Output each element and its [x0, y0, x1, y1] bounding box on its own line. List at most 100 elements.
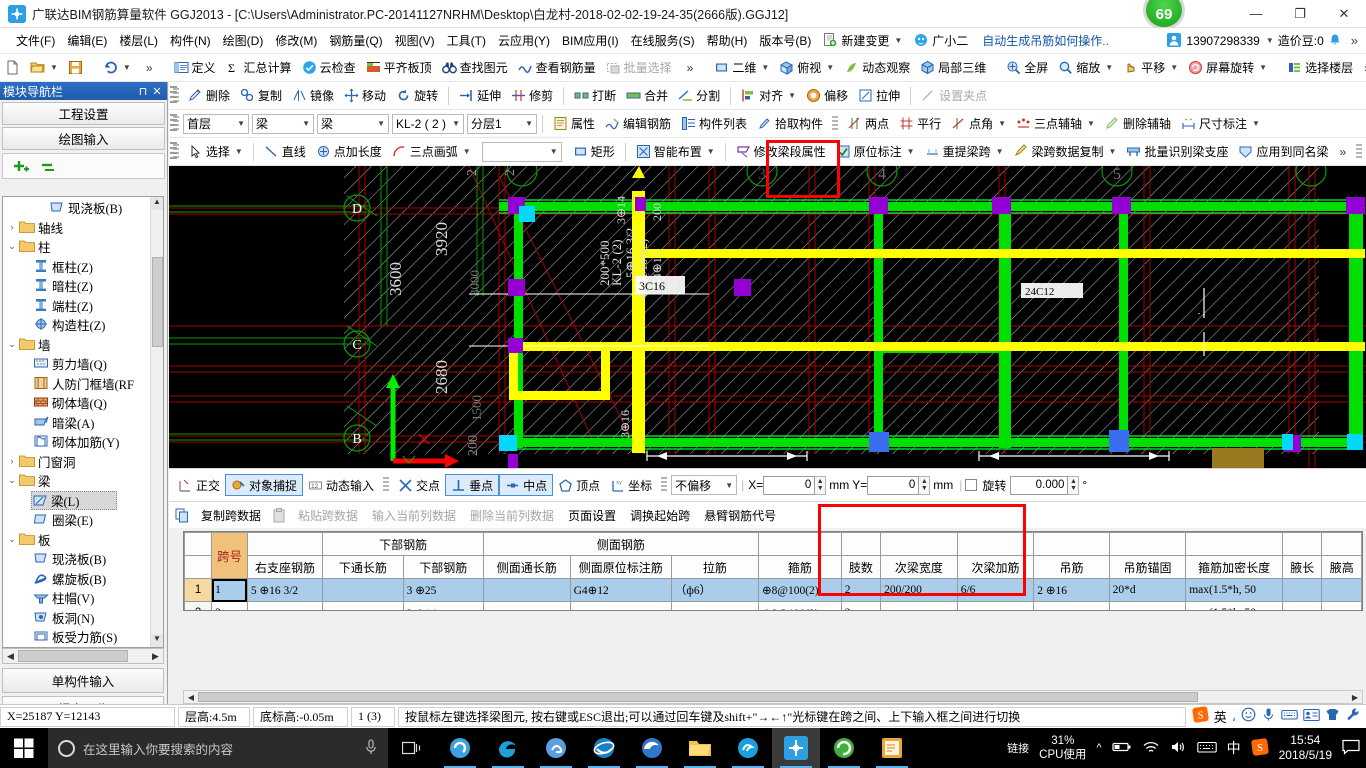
- grid-column-header[interactable]: 箍筋: [757, 555, 842, 579]
- twod-view-button[interactable]: 二维 ▼: [709, 56, 774, 80]
- toolbar1-overflow-right[interactable]: »: [1358, 61, 1366, 75]
- two-point-axis-button[interactable]: 两点: [842, 112, 894, 136]
- batch-identify-support-button[interactable]: 批量识别梁支座: [1121, 140, 1233, 164]
- layer-selector[interactable]: 分层1 ▼: [467, 113, 537, 134]
- close-icon[interactable]: ✕: [150, 85, 164, 98]
- grid-cell[interactable]: [1282, 578, 1323, 602]
- delete-button[interactable]: 删除: [183, 84, 235, 108]
- taskbar-search-box[interactable]: 在这里输入你要搜索的内容: [48, 728, 388, 768]
- apply-same-beam-button[interactable]: 应用到同名梁: [1233, 140, 1333, 164]
- tree-item-17[interactable]: ⌄ 板: [3, 530, 150, 550]
- expand-all-icon[interactable]: [11, 157, 31, 175]
- undo-button[interactable]: ▼: [98, 56, 136, 80]
- tree-item-16[interactable]: 圈梁(E): [3, 510, 150, 530]
- copy-button[interactable]: 复制: [235, 84, 287, 108]
- coordinate-snap-toggle[interactable]: xy 坐标: [605, 474, 657, 496]
- grid-cell[interactable]: 200/200: [880, 578, 958, 602]
- align-button[interactable]: 对齐 ▼: [736, 84, 801, 108]
- paste-span-data-tbtn[interactable]: 粘贴跨数据: [292, 505, 364, 526]
- define-button[interactable]: 定义: [169, 56, 221, 80]
- assistant-button[interactable]: 广小二: [908, 29, 974, 52]
- three-point-axis-button[interactable]: 三点辅轴 ▼: [1011, 112, 1100, 136]
- chevron-right-icon[interactable]: ›: [5, 456, 19, 466]
- panel-gripper-bottom[interactable]: [170, 142, 177, 162]
- grid-cell[interactable]: [1321, 601, 1362, 610]
- find-element-button[interactable]: 查找图元: [437, 56, 513, 80]
- edit-rebar-button[interactable]: 编辑钢筋: [600, 112, 676, 136]
- menu-bim-app[interactable]: BIM应用(I): [556, 29, 625, 52]
- wifi-icon[interactable]: [1142, 740, 1160, 757]
- comma-icon[interactable]: ،: [1232, 709, 1236, 725]
- ime-chinese-icon[interactable]: 英: [1214, 707, 1227, 726]
- grid-column-header[interactable]: [184, 555, 213, 579]
- scroll-right-icon[interactable]: ▶: [1348, 693, 1362, 702]
- split-button[interactable]: 分割: [673, 84, 725, 108]
- edit-beam-segment-button[interactable]: 修改梁段属性: [731, 140, 831, 164]
- rectangle-tool-button[interactable]: 矩形: [568, 140, 620, 164]
- coin-label[interactable]: 造价豆:0: [1278, 32, 1324, 49]
- grid-column-header[interactable]: 次梁宽度: [880, 555, 958, 579]
- swap-start-span-tbtn[interactable]: 调换起始跨: [624, 505, 696, 526]
- pick-member-button[interactable]: 拾取构件: [752, 112, 828, 136]
- keyboard-icon[interactable]: [1196, 740, 1217, 757]
- toolbar4-overflow[interactable]: »: [1333, 145, 1352, 159]
- tree-item-4[interactable]: 暗柱(Z): [3, 276, 150, 296]
- save-file-button[interactable]: [63, 56, 88, 80]
- member-selector[interactable]: KL-2 ( 2 ) ▼: [392, 113, 464, 134]
- mirror-button[interactable]: 镜像: [287, 84, 339, 108]
- grid-horizontal-scrollbar[interactable]: ◀ ▶: [183, 690, 1363, 704]
- tree-item-22[interactable]: 板受力筋(S): [3, 627, 150, 647]
- copy-span-data-button[interactable]: 梁跨数据复制 ▼: [1009, 140, 1122, 164]
- contact-icon[interactable]: [1303, 708, 1320, 726]
- panel-gripper-mid[interactable]: [170, 114, 177, 134]
- grid-cell[interactable]: G4⊕12: [569, 578, 672, 602]
- scroll-left-icon[interactable]: ◀: [3, 651, 18, 662]
- row-number-cell[interactable]: 1: [184, 578, 213, 602]
- chevron-down-icon[interactable]: ▼: [1252, 119, 1260, 128]
- chevron-down-icon[interactable]: ▼: [907, 147, 915, 156]
- bell-icon[interactable]: [1328, 33, 1343, 48]
- wrench-icon[interactable]: [1345, 707, 1360, 726]
- grid-cell[interactable]: [880, 601, 958, 610]
- scroll-right-icon[interactable]: ▶: [148, 651, 163, 662]
- tree-item-23[interactable]: 板负筋(F): [3, 647, 150, 648]
- in-situ-annotation-button[interactable]: 原位标注 ▼: [831, 140, 920, 164]
- delete-axis-button[interactable]: 删除辅轴: [1100, 112, 1176, 136]
- chevron-down-icon[interactable]: ▼: [1170, 63, 1178, 72]
- align-slab-top-button[interactable]: 平齐板顶: [361, 56, 437, 80]
- tree-item-18[interactable]: 现浇板(B): [3, 549, 150, 569]
- grid-cell[interactable]: [482, 601, 571, 610]
- delete-current-column-tbtn[interactable]: 删除当前列数据: [464, 505, 560, 526]
- chevron-down-icon[interactable]: ▼: [826, 63, 834, 72]
- tree-item-1[interactable]: › 轴线: [3, 218, 150, 238]
- menu-version[interactable]: 版本号(B): [753, 29, 817, 52]
- menu-tools[interactable]: 工具(T): [441, 29, 492, 52]
- set-grip-button[interactable]: 设置夹点: [916, 84, 992, 108]
- windows-start-icon[interactable]: [0, 728, 48, 768]
- skin-icon[interactable]: [1325, 707, 1340, 726]
- scroll-thumb-h[interactable]: [18, 650, 128, 662]
- account-label[interactable]: 13907298339: [1186, 34, 1259, 48]
- grid-column-header[interactable]: 吊筋: [1033, 555, 1110, 579]
- grid-column-header[interactable]: 侧面原位标注筋: [569, 555, 672, 579]
- single-member-input-button[interactable]: 单构件输入: [2, 668, 164, 693]
- component-tree[interactable]: 现浇板(B) › 轴线 ⌄ 柱框柱(Z) 暗柱(Z) 端柱(Z) 构造柱(Z) ⌄ 墙剪力墙(Q)…: [2, 196, 164, 648]
- chevron-down-icon[interactable]: ▼: [50, 63, 58, 72]
- chevron-down-icon[interactable]: ▼: [761, 63, 769, 72]
- taskbar-clock[interactable]: 15:54 2018/5/19: [1279, 733, 1332, 763]
- grid-column-header[interactable]: 侧面通长筋: [482, 555, 571, 579]
- ime-chinese-label[interactable]: 中: [1227, 738, 1241, 758]
- maximize-button[interactable]: ❐: [1278, 0, 1322, 28]
- floor-selector[interactable]: 首层 ▼: [183, 113, 249, 134]
- account-chevron-icon[interactable]: ▼: [1266, 36, 1274, 45]
- menu-file[interactable]: 文件(F): [10, 29, 61, 52]
- grid-column-header[interactable]: 腋长: [1282, 555, 1323, 579]
- y-input[interactable]: 0: [867, 475, 920, 495]
- tree-item-9[interactable]: 人防门框墙(RF: [3, 374, 150, 394]
- tree-item-3[interactable]: 框柱(Z): [3, 257, 150, 277]
- grid-column-header[interactable]: 吊筋锚固: [1108, 555, 1187, 579]
- grid-cell[interactable]: ⊕8@100(2): [757, 601, 842, 610]
- scroll-left-icon[interactable]: ◀: [184, 693, 198, 702]
- active-cell[interactable]: 1: [211, 578, 248, 602]
- menu-rebar-qty[interactable]: 钢筋量(Q): [323, 29, 388, 52]
